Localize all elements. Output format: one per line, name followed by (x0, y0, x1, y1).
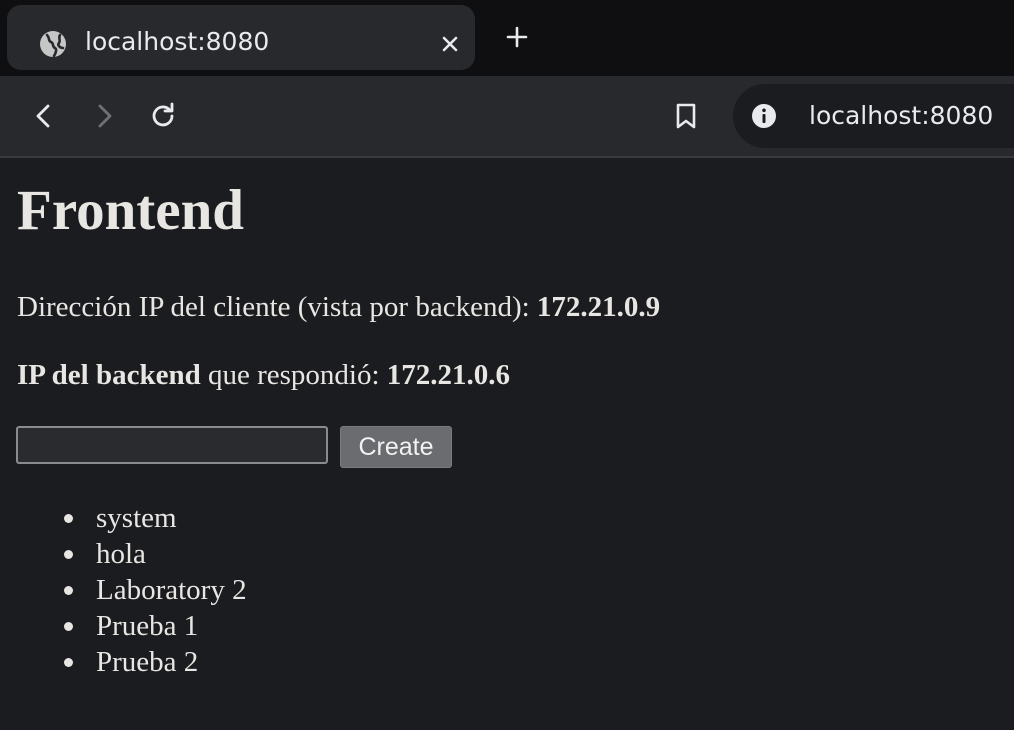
bookmark-icon[interactable] (666, 96, 706, 136)
list-item-text: Laboratory 2 (96, 574, 247, 606)
list-item-text: hola (96, 538, 146, 570)
back-arrow-icon[interactable] (24, 96, 64, 136)
page-title: Frontend (17, 179, 244, 242)
tab-title: localhost:8080 (85, 27, 270, 56)
page-content: Frontend Dirección IP del cliente (vista… (0, 158, 1014, 730)
client-ip-value: 172.21.0.9 (536, 291, 661, 323)
address-bar[interactable]: localhost:8080 (733, 84, 1014, 148)
bullet (64, 514, 73, 523)
tab-strip: localhost:8080 (0, 0, 1014, 76)
backend-ip-label: IP del backend (17, 359, 201, 391)
list-item-text: system (96, 502, 177, 534)
bullet (64, 550, 73, 559)
create-input[interactable] (16, 426, 328, 464)
backend-ip-value: 172.21.0.6 (386, 359, 511, 391)
url-text: localhost:8080 (809, 101, 994, 130)
bullet (64, 622, 73, 631)
bullet (64, 586, 73, 595)
close-icon[interactable] (435, 29, 465, 59)
plus-icon[interactable] (500, 20, 534, 54)
reload-icon[interactable] (143, 96, 183, 136)
list-item-text: Prueba 1 (96, 610, 199, 642)
backend-ip-line: IP del backend que respondió: 172.21.0.6 (17, 358, 510, 392)
globe-icon (40, 31, 66, 58)
bullet (64, 658, 73, 667)
backend-ip-label-rest: que respondió: (200, 359, 387, 391)
list-item-text: Prueba 2 (96, 646, 199, 678)
browser-tab[interactable]: localhost:8080 (7, 5, 475, 70)
client-ip-label: Dirección IP del cliente (vista por back… (17, 291, 537, 323)
create-button[interactable]: Create (340, 426, 452, 468)
forward-arrow-icon[interactable] (84, 96, 124, 136)
client-ip-line: Dirección IP del cliente (vista por back… (17, 290, 660, 324)
info-icon[interactable] (750, 102, 778, 130)
browser-toolbar: localhost:8080 (0, 76, 1014, 158)
